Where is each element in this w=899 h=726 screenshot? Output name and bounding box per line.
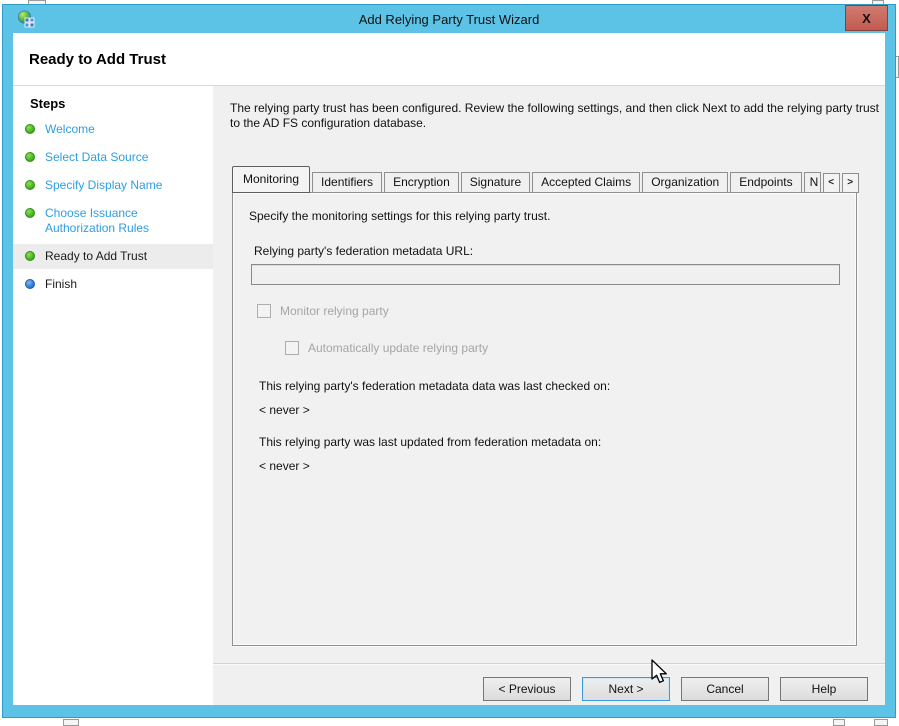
tab-endpoints[interactable]: Endpoints <box>730 172 801 193</box>
step-upcoming-icon <box>25 279 35 289</box>
tab-signature[interactable]: Signature <box>461 172 530 193</box>
last-checked-label: This relying party's federation metadata… <box>259 379 610 393</box>
client-area: Ready to Add Trust Steps Welcome Select … <box>13 33 885 705</box>
step-label: Ready to Add Trust <box>45 249 147 264</box>
step-label: Welcome <box>45 122 95 137</box>
tab-strip: Monitoring Identifiers Encryption Signat… <box>232 166 859 193</box>
metadata-url-label: Relying party's federation metadata URL: <box>254 244 473 258</box>
last-updated-value: < never > <box>259 459 310 473</box>
checkbox-label: Automatically update relying party <box>308 341 488 355</box>
footer-divider <box>213 663 885 665</box>
step-item-choose-issuance-authorization-rules[interactable]: Choose Issuance Authorization Rules <box>13 201 213 241</box>
step-label: Choose Issuance Authorization Rules <box>45 206 195 236</box>
cancel-button[interactable]: Cancel <box>681 677 769 701</box>
checkbox-label: Monitor relying party <box>280 304 389 318</box>
step-label: Specify Display Name <box>45 178 162 193</box>
tab-notes-truncated[interactable]: N <box>804 172 821 193</box>
last-checked-value: < never > <box>259 403 310 417</box>
previous-button[interactable]: < Previous <box>483 677 571 701</box>
page-header: Ready to Add Trust <box>13 33 885 86</box>
wizard-window: Add Relying Party Trust Wizard X Ready t… <box>2 4 896 718</box>
tab-encryption[interactable]: Encryption <box>384 172 459 193</box>
step-item-welcome[interactable]: Welcome <box>13 117 213 142</box>
page-title: Ready to Add Trust <box>13 51 166 68</box>
step-done-icon <box>25 124 35 134</box>
tab-organization[interactable]: Organization <box>642 172 728 193</box>
tab-monitoring[interactable]: Monitoring <box>232 166 310 193</box>
next-button[interactable]: Next > <box>582 677 670 701</box>
background-window-fragment <box>63 719 79 726</box>
tab-scroll-right-button[interactable]: > <box>842 173 859 193</box>
steps-heading: Steps <box>13 96 213 111</box>
monitoring-tab-panel: Specify the monitoring settings for this… <box>232 192 857 646</box>
step-done-icon <box>25 208 35 218</box>
checkbox-icon <box>257 304 271 318</box>
checkbox-icon <box>285 341 299 355</box>
tab-accepted-claims[interactable]: Accepted Claims <box>532 172 640 193</box>
intro-text: The relying party trust has been configu… <box>230 101 880 131</box>
step-item-ready-to-add-trust: Ready to Add Trust <box>13 244 213 269</box>
tab-scroll-left-button[interactable]: < <box>823 173 840 193</box>
help-button[interactable]: Help <box>780 677 868 701</box>
main-content: The relying party trust has been configu… <box>213 86 885 705</box>
step-done-icon <box>25 152 35 162</box>
window-title: Add Relying Party Trust Wizard <box>3 12 895 27</box>
steps-sidebar: Steps Welcome Select Data Source Specify… <box>13 86 213 705</box>
step-label: Select Data Source <box>45 150 148 165</box>
step-item-select-data-source[interactable]: Select Data Source <box>13 145 213 170</box>
monitor-relying-party-checkbox[interactable]: Monitor relying party <box>257 304 389 318</box>
step-done-icon <box>25 251 35 261</box>
panel-instruction: Specify the monitoring settings for this… <box>249 209 550 223</box>
tab-identifiers[interactable]: Identifiers <box>312 172 382 193</box>
auto-update-relying-party-checkbox[interactable]: Automatically update relying party <box>285 341 488 355</box>
step-item-finish: Finish <box>13 272 213 297</box>
step-item-specify-display-name[interactable]: Specify Display Name <box>13 173 213 198</box>
step-label: Finish <box>45 277 77 292</box>
background-window-fragment <box>874 719 888 726</box>
adfs-icon <box>17 10 35 28</box>
button-row: < Previous Next > Cancel Help <box>483 677 868 701</box>
background-window-fragment <box>833 719 845 726</box>
metadata-url-input[interactable] <box>251 264 840 285</box>
last-updated-label: This relying party was last updated from… <box>259 435 601 449</box>
step-done-icon <box>25 180 35 190</box>
title-bar: Add Relying Party Trust Wizard X <box>3 5 895 33</box>
close-button[interactable]: X <box>845 5 888 31</box>
